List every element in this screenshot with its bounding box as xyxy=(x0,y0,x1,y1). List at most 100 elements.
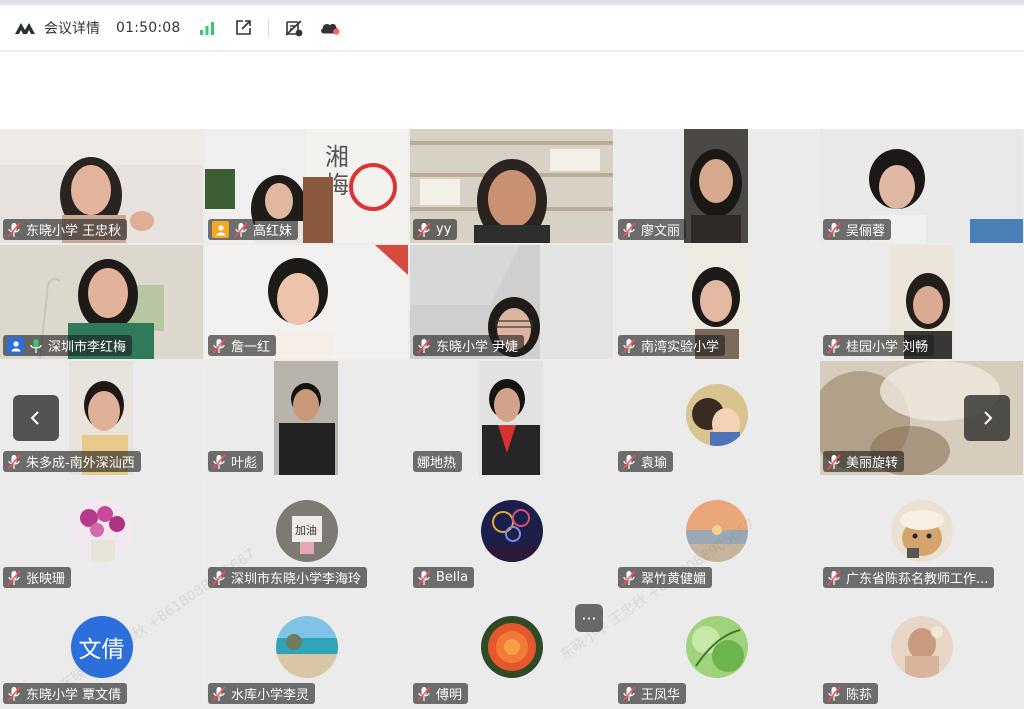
participant-tile-speaking[interactable]: 深圳市李红梅 xyxy=(0,245,203,359)
mic-muted-icon xyxy=(7,569,21,586)
participant-name: 高红妹 xyxy=(253,224,293,239)
participant-tile[interactable]: 王凤华 xyxy=(615,593,818,707)
mic-muted-icon xyxy=(7,221,21,238)
participant-label: 叶彪 xyxy=(208,451,264,472)
mic-muted-icon xyxy=(212,685,226,702)
participant-tile[interactable]: 吴俪蓉 xyxy=(820,129,1023,243)
mic-muted-icon xyxy=(622,685,636,702)
participant-name: 詹一红 xyxy=(231,340,271,355)
participant-label: 翠竹黄健媚 xyxy=(618,567,713,588)
participant-avatar: 加油 xyxy=(275,500,338,562)
mic-muted-icon xyxy=(827,221,841,238)
participant-label: 袁瑜 xyxy=(618,451,674,472)
participant-label: 东晓小学 尹婕 xyxy=(413,335,525,356)
participant-name: Bella xyxy=(436,570,469,585)
more-dots-icon: ··· xyxy=(581,608,597,628)
cloud-icon[interactable] xyxy=(319,17,341,39)
participant-name: yy xyxy=(436,222,452,237)
participant-label: 张映珊 xyxy=(3,567,72,588)
participant-label: 南湾实验小学 xyxy=(618,335,726,356)
participant-label: 深圳市东晓小学李海玲 xyxy=(208,567,368,588)
participant-tile[interactable]: 南湾实验小学 xyxy=(615,245,818,359)
participant-avatar xyxy=(890,616,953,678)
mic-active-icon xyxy=(30,338,42,353)
mic-muted-icon xyxy=(417,569,431,586)
participant-label: 东晓小学 覃文倩 xyxy=(3,683,128,704)
mic-muted-icon xyxy=(417,685,431,702)
participant-label: 桂园小学 刘畅 xyxy=(823,335,935,356)
mic-muted-icon xyxy=(827,569,841,586)
mic-muted-icon xyxy=(622,453,636,470)
participant-label: 高红妹 xyxy=(208,219,299,240)
participant-name: 美丽旋转 xyxy=(846,456,899,471)
participant-tile[interactable]: Bella xyxy=(410,477,613,591)
svg-text:加油: 加油 xyxy=(295,523,317,537)
meeting-timer: 01:50:08 xyxy=(116,19,181,36)
mic-muted-icon xyxy=(827,453,841,470)
mic-muted-icon xyxy=(234,221,248,238)
participant-tile[interactable]: 文倩 东晓小学 覃文倩 xyxy=(0,593,203,707)
participant-tile[interactable]: 桂园小学 刘畅 xyxy=(820,245,1023,359)
participant-name: 广东省陈荪名教师工作... xyxy=(846,572,989,587)
participant-name: 水库小学李灵 xyxy=(231,688,310,703)
svg-text:湘: 湘 xyxy=(325,143,349,171)
participant-label: 詹一红 xyxy=(208,335,277,356)
mic-muted-icon xyxy=(212,337,226,354)
mic-muted-icon xyxy=(622,221,636,238)
mic-muted-icon xyxy=(417,337,431,354)
participant-avatar xyxy=(480,500,543,562)
participant-tile[interactable]: 袁瑜 xyxy=(615,361,818,475)
participant-tile[interactable]: 翠竹黄健媚 xyxy=(615,477,818,591)
participant-tile[interactable]: 东晓小学 尹婕 xyxy=(410,245,613,359)
participant-avatar-initials: 文倩 xyxy=(70,616,133,678)
meeting-window: 会议详情 01:50:08 东晓小学 王忠秋 湘 梅 高红妹 yy 廖文丽 吴俪… xyxy=(0,0,1024,709)
mic-muted-icon xyxy=(7,453,21,470)
participant-name: 陈荪 xyxy=(846,688,873,703)
participant-label: 深圳市李红梅 xyxy=(3,335,133,356)
participant-tile[interactable]: 张映珊 xyxy=(0,477,203,591)
meeting-details-link[interactable]: 会议详情 xyxy=(44,18,100,38)
participant-avatar xyxy=(685,384,748,446)
participant-avatar xyxy=(70,500,133,562)
mic-muted-icon xyxy=(622,337,636,354)
participant-tile[interactable]: 廖文丽 xyxy=(615,129,818,243)
participant-name: 翠竹黄健媚 xyxy=(641,572,707,587)
signal-icon[interactable] xyxy=(196,17,218,39)
participant-label: 傅明 xyxy=(413,683,469,704)
participant-label: 王凤华 xyxy=(618,683,687,704)
recording-off-icon[interactable] xyxy=(283,17,305,39)
participant-tile[interactable]: 广东省陈荪名教师工作... xyxy=(820,477,1023,591)
mic-muted-icon xyxy=(417,221,431,238)
mic-muted-icon xyxy=(827,337,841,354)
participant-name: 袁瑜 xyxy=(641,456,668,471)
mic-muted-icon xyxy=(622,569,636,586)
more-options-button[interactable]: ··· xyxy=(575,604,603,632)
participant-name: 东晓小学 王忠秋 xyxy=(26,224,122,239)
participant-tile[interactable]: 詹一红 xyxy=(205,245,408,359)
participant-name: 廖文丽 xyxy=(641,224,681,239)
participant-tile[interactable]: 湘 梅 高红妹 xyxy=(205,129,408,243)
participant-label: 吴俪蓉 xyxy=(823,219,892,240)
next-page-button[interactable] xyxy=(964,395,1010,441)
share-external-icon[interactable] xyxy=(232,17,254,39)
participant-tile[interactable]: 娜地热 xyxy=(410,361,613,475)
participant-tile[interactable]: 东晓小学 王忠秋 xyxy=(0,129,203,243)
participant-tile[interactable]: 陈荪 xyxy=(820,593,1023,707)
participant-name: 朱多成-南外深汕西 xyxy=(26,456,135,471)
mic-muted-icon xyxy=(827,685,841,702)
participant-avatar xyxy=(685,616,748,678)
participant-label: 东晓小学 王忠秋 xyxy=(3,219,128,240)
participant-tile[interactable]: 水库小学李灵 xyxy=(205,593,408,707)
participant-name: 东晓小学 尹婕 xyxy=(436,340,519,355)
content-spacer xyxy=(0,52,1024,129)
participant-grid: 东晓小学 王忠秋 湘 梅 高红妹 yy 廖文丽 吴俪蓉 深圳市李红梅 詹一红 东… xyxy=(0,129,1024,709)
chevron-right-icon xyxy=(984,411,993,425)
previous-page-button[interactable] xyxy=(13,395,59,441)
mic-muted-icon xyxy=(212,569,226,586)
participant-tile[interactable]: yy xyxy=(410,129,613,243)
mic-muted-icon xyxy=(212,453,226,470)
participant-name: 桂园小学 刘畅 xyxy=(846,340,929,355)
participant-avatar xyxy=(890,500,953,562)
participant-tile[interactable]: 叶彪 xyxy=(205,361,408,475)
participant-tile[interactable]: 加油 深圳市东晓小学李海玲 xyxy=(205,477,408,591)
